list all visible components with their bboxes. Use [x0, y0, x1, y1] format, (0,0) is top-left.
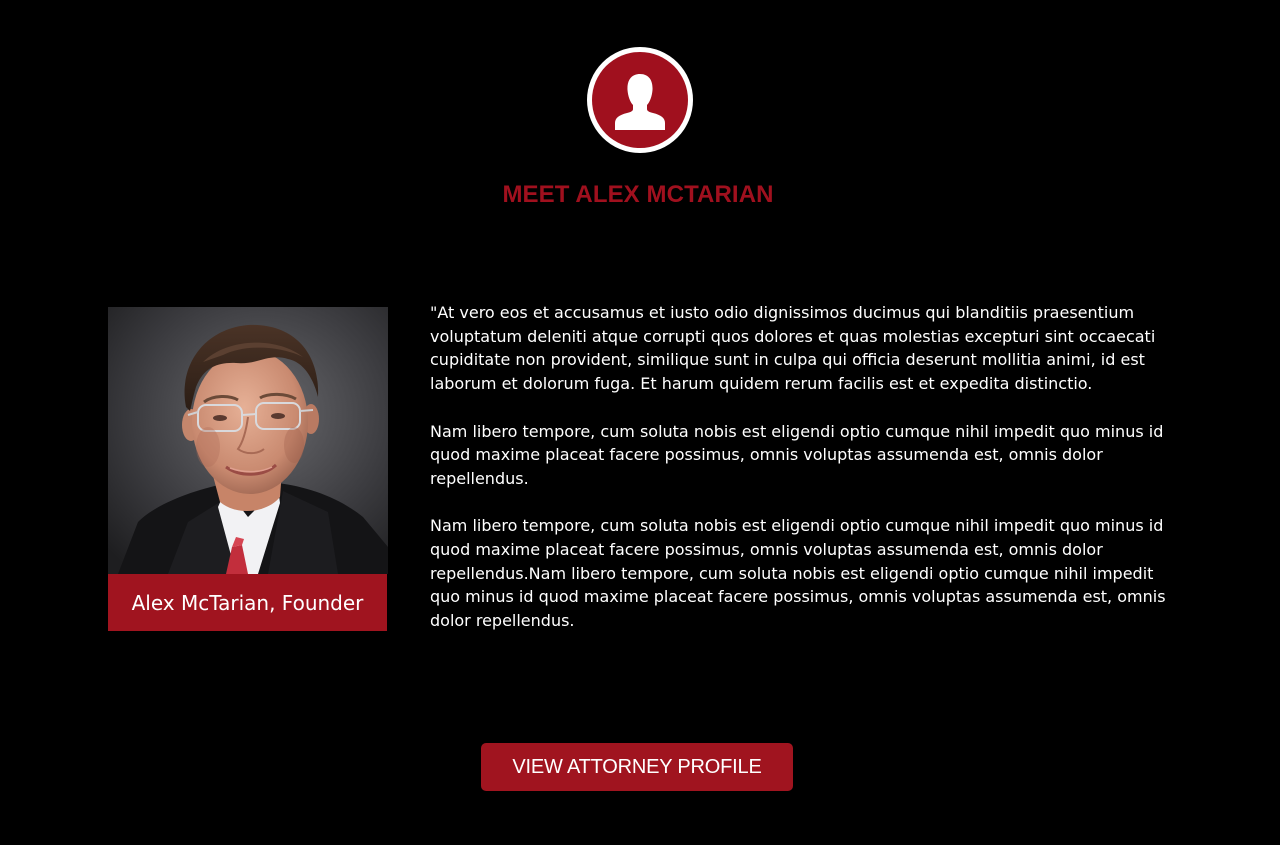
- bio-paragraph: "At vero eos et accusamus et iusto odio …: [430, 303, 1156, 394]
- bio-paragraph: Nam libero tempore, cum soluta nobis est…: [430, 421, 1164, 488]
- person-badge: [587, 47, 693, 153]
- person-icon: [592, 52, 688, 148]
- view-attorney-profile-button[interactable]: VIEW ATTORNEY PROFILE: [481, 743, 793, 791]
- section-title: MEET ALEX MCTARIAN: [502, 181, 774, 208]
- bio-paragraph: Nam libero tempore, cum soluta nobis est…: [430, 516, 1166, 631]
- founder-portrait: [108, 307, 388, 574]
- founder-card: Alex McTarian, Founder: [108, 307, 388, 631]
- founder-bio: "At vero eos et accusamus et iusto odio …: [430, 301, 1170, 657]
- founder-caption: Alex McTarian, Founder: [108, 574, 387, 631]
